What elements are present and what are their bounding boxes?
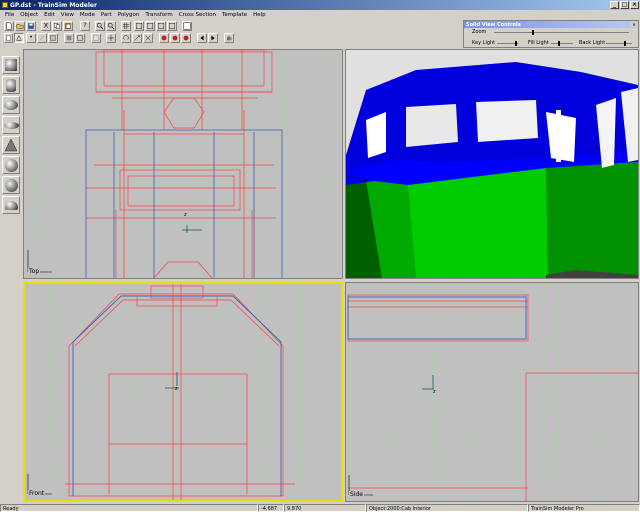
scale-icon[interactable] — [132, 33, 142, 43]
save-icon[interactable] — [26, 21, 36, 31]
top-view-drawing: z — [24, 50, 342, 278]
top-viewport-label: Top — [28, 268, 41, 275]
front-view-icon[interactable] — [145, 21, 155, 31]
polygon-mode-icon[interactable] — [14, 33, 24, 43]
app-icon — [2, 2, 8, 8]
menu-template[interactable]: Template — [219, 12, 250, 18]
texture-remove-icon[interactable] — [170, 33, 180, 43]
zoom-in-icon[interactable] — [95, 21, 105, 31]
menu-object[interactable]: Object — [17, 12, 41, 18]
back-light-label: Back Light — [579, 40, 606, 46]
fill-light-track — [551, 43, 573, 44]
geosphere-primitive-icon[interactable] — [2, 176, 20, 194]
svg-text:z: z — [184, 212, 187, 218]
help-icon[interactable]: ? — [80, 21, 90, 31]
select-icon[interactable] — [4, 33, 13, 43]
solid-view-controls-title: Solid View Controls — [466, 21, 521, 28]
menu-polygon[interactable]: Polygon — [115, 12, 143, 18]
close-icon[interactable]: × — [631, 22, 637, 27]
hemisphere-primitive-icon[interactable] — [2, 196, 20, 214]
solid-view-controls-panel: Solid View Controls × Zoom Key Light Fill… — [463, 20, 639, 48]
menu-part[interactable]: Part — [98, 12, 115, 18]
menu-file[interactable]: File — [2, 12, 17, 18]
fill-light-slider[interactable] — [558, 41, 560, 46]
menu-mode[interactable]: Mode — [77, 12, 98, 18]
status-coord-x: -4.687 — [258, 503, 284, 512]
box-primitive-icon[interactable] — [2, 56, 20, 74]
menu-view[interactable]: View — [58, 12, 77, 18]
texture-adjust-icon[interactable] — [181, 33, 191, 43]
back-light-track — [606, 43, 632, 44]
solid-viewport[interactable] — [345, 49, 639, 279]
face-mode-icon[interactable] — [48, 33, 58, 43]
ellipsoid-primitive-icon[interactable] — [2, 96, 20, 114]
rotate-icon[interactable] — [121, 33, 131, 43]
status-product: TrainSim Modeler Pro — [528, 503, 640, 512]
close-button[interactable]: × — [630, 1, 639, 9]
status-ready: Ready — [0, 503, 258, 512]
menu-help[interactable]: Help — [250, 12, 269, 18]
edge-mode-icon[interactable] — [37, 33, 47, 43]
fill-light-label: Fill Light — [528, 40, 549, 46]
texture-paint-icon[interactable] — [159, 33, 169, 43]
grid-icon[interactable] — [121, 21, 131, 31]
all-views-icon[interactable] — [182, 21, 192, 31]
open-folder-icon[interactable] — [15, 21, 25, 31]
solid-view-icon[interactable] — [167, 21, 177, 31]
front-viewport[interactable]: z Front — [23, 282, 343, 502]
window-title: GP.dst - TrainSim Modeler — [10, 1, 97, 9]
svg-text:z: z — [433, 389, 436, 395]
front-viewport-label: Front — [28, 490, 46, 497]
side-view-icon[interactable] — [156, 21, 166, 31]
top-view-icon[interactable] — [134, 21, 144, 31]
object-mode-icon[interactable] — [75, 33, 85, 43]
front-view-drawing: z — [25, 284, 341, 500]
primitive-toolbar — [2, 56, 20, 214]
zoom-out-icon[interactable] — [106, 21, 116, 31]
hand-icon[interactable] — [224, 33, 234, 43]
zoom-slider[interactable] — [532, 30, 534, 35]
zoom-track — [494, 32, 629, 33]
key-light-slider[interactable] — [515, 41, 517, 46]
back-light-slider[interactable] — [624, 41, 626, 46]
move-icon[interactable] — [106, 33, 116, 43]
side-view-drawing: z — [346, 283, 638, 501]
sphere-primitive-icon[interactable] — [2, 156, 20, 174]
mirror-icon[interactable] — [143, 33, 153, 43]
minimize-button[interactable]: _ — [610, 1, 619, 9]
vertex-mode-icon[interactable]: • — [26, 33, 36, 43]
top-viewport[interactable]: z Top — [23, 49, 343, 279]
menu-cross-section[interactable]: Cross Section — [176, 12, 219, 18]
cut-icon[interactable] — [41, 21, 51, 31]
toolbar: ? • — [0, 20, 462, 43]
key-light-label: Key Light — [472, 40, 496, 46]
side-viewport[interactable]: z Side — [345, 282, 639, 502]
paste-icon[interactable] — [63, 21, 73, 31]
texture-mode-icon[interactable] — [91, 33, 101, 43]
flat-ellipsoid-primitive-icon[interactable] — [2, 116, 20, 134]
zoom-label: Zoom — [472, 29, 487, 35]
status-bar: Ready -4.687 9.870 Object:2000:Cab Inter… — [0, 503, 640, 512]
maximize-button[interactable]: □ — [620, 1, 629, 9]
side-viewport-label: Side — [349, 491, 364, 498]
title-bar: GP.dst - TrainSim Modeler _ □ × — [0, 0, 640, 10]
next-icon[interactable] — [208, 33, 218, 43]
menu-transform[interactable]: Transform — [142, 12, 175, 18]
new-file-icon[interactable] — [4, 21, 14, 31]
copy-icon[interactable] — [52, 21, 62, 31]
status-object: Object:2000:Cab Interior — [366, 503, 528, 512]
cone-primitive-icon[interactable] — [2, 136, 20, 154]
part-mode-icon[interactable] — [64, 33, 74, 43]
cylinder-primitive-icon[interactable] — [2, 76, 20, 94]
svg-text:z: z — [175, 386, 178, 392]
previous-icon[interactable] — [197, 33, 207, 43]
solid-view-drawing — [346, 50, 638, 278]
menu-edit[interactable]: Edit — [41, 12, 58, 18]
menu-bar: File Object Edit View Mode Part Polygon … — [0, 10, 640, 20]
status-coord-y: 9.870 — [284, 503, 366, 512]
